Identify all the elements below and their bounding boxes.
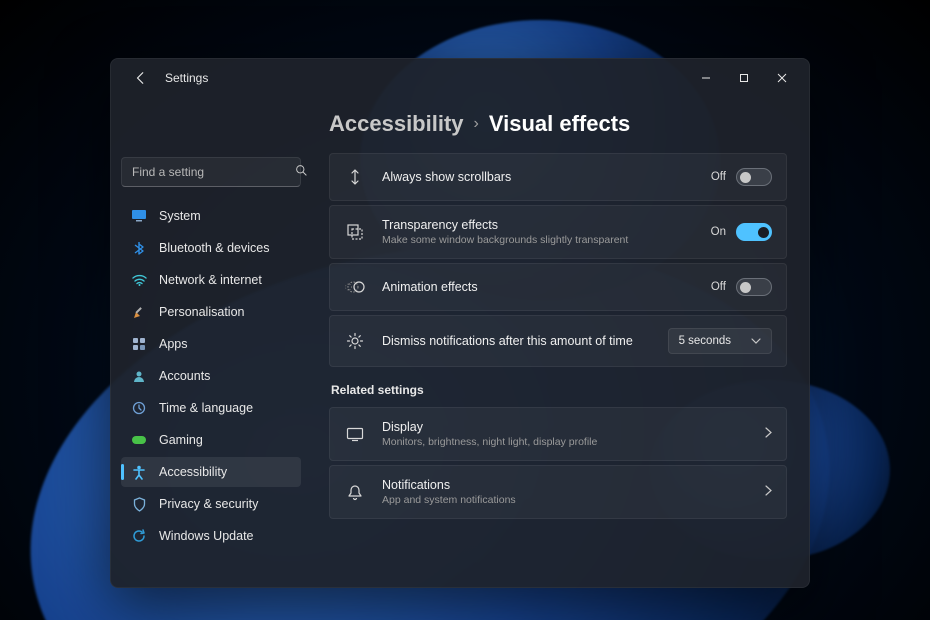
display-icon bbox=[344, 427, 366, 442]
sidebar: System Bluetooth & devices Network & int… bbox=[111, 97, 311, 587]
sidebar-item-update[interactable]: Windows Update bbox=[121, 521, 301, 551]
sidebar-item-label: Gaming bbox=[159, 433, 203, 447]
dismiss-duration-dropdown[interactable]: 5 seconds bbox=[668, 328, 772, 354]
transparency-toggle[interactable] bbox=[736, 223, 772, 241]
system-icon bbox=[131, 208, 147, 224]
related-title: Display bbox=[382, 420, 749, 434]
setting-title: Always show scrollbars bbox=[382, 170, 695, 184]
sidebar-item-time-language[interactable]: Time & language bbox=[121, 393, 301, 423]
search-input[interactable] bbox=[132, 165, 287, 179]
gaming-icon bbox=[131, 432, 147, 448]
sidebar-item-network[interactable]: Network & internet bbox=[121, 265, 301, 295]
accessibility-icon bbox=[131, 464, 147, 480]
setting-dismiss-notifications: Dismiss notifications after this amount … bbox=[329, 315, 787, 367]
setting-title: Dismiss notifications after this amount … bbox=[382, 334, 652, 348]
sidebar-item-label: Privacy & security bbox=[159, 497, 258, 511]
sidebar-item-accessibility[interactable]: Accessibility bbox=[121, 457, 301, 487]
toggle-state-label: On bbox=[711, 226, 726, 238]
transparency-icon bbox=[344, 223, 366, 241]
close-button[interactable] bbox=[763, 63, 801, 93]
sidebar-item-label: Personalisation bbox=[159, 305, 244, 319]
chevron-down-icon bbox=[751, 335, 761, 347]
sidebar-item-label: Time & language bbox=[159, 401, 253, 415]
chevron-right-icon bbox=[765, 425, 772, 443]
related-notifications[interactable]: Notifications App and system notificatio… bbox=[329, 465, 787, 519]
search-box[interactable] bbox=[121, 157, 301, 187]
sidebar-item-label: Network & internet bbox=[159, 273, 262, 287]
sidebar-item-label: System bbox=[159, 209, 201, 223]
chevron-right-icon bbox=[765, 483, 772, 501]
related-title: Notifications bbox=[382, 478, 749, 492]
animation-toggle[interactable] bbox=[736, 278, 772, 296]
search-icon bbox=[295, 164, 308, 180]
personalisation-icon bbox=[131, 304, 147, 320]
back-button[interactable] bbox=[129, 66, 153, 90]
breadcrumb-parent[interactable]: Accessibility bbox=[329, 111, 464, 137]
setting-animation: Animation effects Off bbox=[329, 263, 787, 311]
sidebar-item-privacy[interactable]: Privacy & security bbox=[121, 489, 301, 519]
sidebar-item-system[interactable]: System bbox=[121, 201, 301, 231]
scrollbars-icon bbox=[344, 168, 366, 186]
minimize-button[interactable] bbox=[687, 63, 725, 93]
maximize-button[interactable] bbox=[725, 63, 763, 93]
sidebar-item-accounts[interactable]: Accounts bbox=[121, 361, 301, 391]
sidebar-item-label: Accessibility bbox=[159, 465, 227, 479]
sidebar-item-bluetooth[interactable]: Bluetooth & devices bbox=[121, 233, 301, 263]
sidebar-nav: System Bluetooth & devices Network & int… bbox=[121, 201, 301, 551]
setting-scrollbars: Always show scrollbars Off bbox=[329, 153, 787, 201]
related-settings-header: Related settings bbox=[331, 383, 785, 397]
setting-subtitle: Make some window backgrounds slightly tr… bbox=[382, 234, 695, 246]
main-content: Accessibility › Visual effects Always sh… bbox=[311, 97, 809, 587]
window-titlebar: Settings bbox=[111, 59, 809, 97]
related-subtitle: App and system notifications bbox=[382, 494, 749, 506]
animation-icon bbox=[344, 280, 366, 294]
toggle-state-label: Off bbox=[711, 281, 726, 293]
setting-title: Transparency effects bbox=[382, 218, 695, 232]
accounts-icon bbox=[131, 368, 147, 384]
privacy-icon bbox=[131, 496, 147, 512]
sidebar-item-label: Bluetooth & devices bbox=[159, 241, 270, 255]
related-display[interactable]: Display Monitors, brightness, night ligh… bbox=[329, 407, 787, 461]
sidebar-item-label: Accounts bbox=[159, 369, 210, 383]
scrollbars-toggle[interactable] bbox=[736, 168, 772, 186]
breadcrumb: Accessibility › Visual effects bbox=[329, 111, 787, 137]
brightness-icon bbox=[344, 332, 366, 350]
sidebar-item-apps[interactable]: Apps bbox=[121, 329, 301, 359]
bluetooth-icon bbox=[131, 240, 147, 256]
setting-transparency: Transparency effects Make some window ba… bbox=[329, 205, 787, 259]
toggle-state-label: Off bbox=[711, 171, 726, 183]
sidebar-item-gaming[interactable]: Gaming bbox=[121, 425, 301, 455]
sidebar-item-label: Windows Update bbox=[159, 529, 254, 543]
breadcrumb-current: Visual effects bbox=[489, 111, 630, 137]
apps-icon bbox=[131, 336, 147, 352]
window-title: Settings bbox=[165, 71, 208, 85]
update-icon bbox=[131, 528, 147, 544]
time-language-icon bbox=[131, 400, 147, 416]
dropdown-value: 5 seconds bbox=[679, 335, 731, 347]
setting-title: Animation effects bbox=[382, 280, 695, 294]
settings-window: Settings System bbox=[110, 58, 810, 588]
related-subtitle: Monitors, brightness, night light, displ… bbox=[382, 436, 749, 448]
sidebar-item-personalisation[interactable]: Personalisation bbox=[121, 297, 301, 327]
network-icon bbox=[131, 272, 147, 288]
chevron-right-icon: › bbox=[474, 115, 479, 133]
notifications-icon bbox=[344, 484, 366, 501]
sidebar-item-label: Apps bbox=[159, 337, 188, 351]
